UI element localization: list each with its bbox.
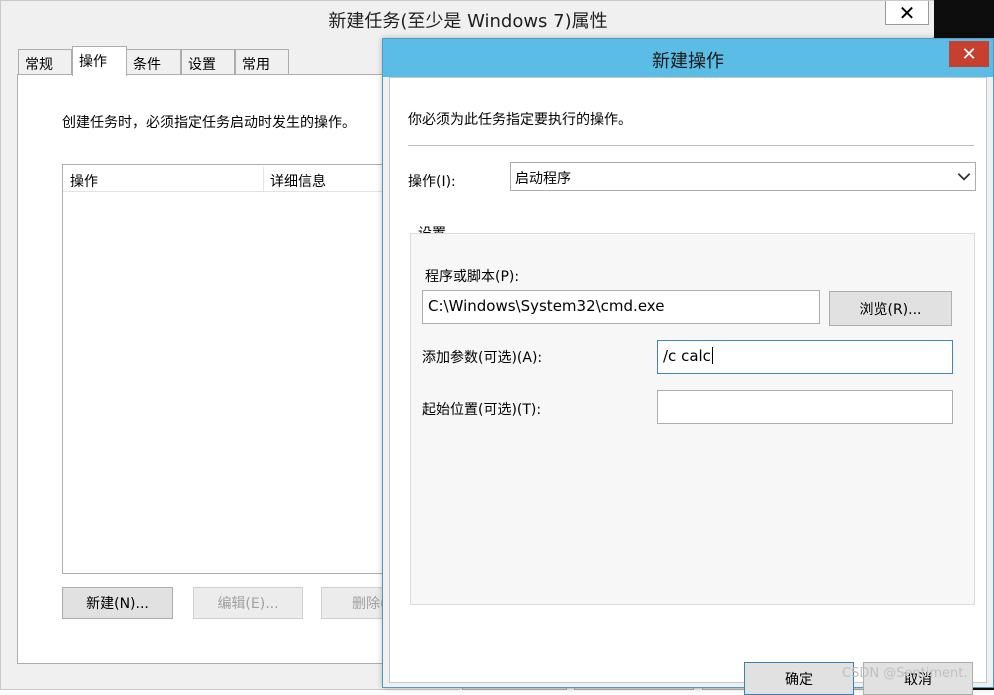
ok-button[interactable]: 确定 [744, 662, 854, 695]
start-in-input[interactable] [657, 390, 953, 424]
tab-label: 常用 [242, 57, 270, 73]
column-divider[interactable] [263, 167, 264, 191]
watermark: CSDN @Sentiment. [842, 666, 968, 681]
arguments-label: 添加参数(可选)(A): [422, 350, 543, 366]
actions-description: 创建任务时，必须指定任务启动时发生的操作。 [62, 115, 356, 131]
tab-label: 操作 [79, 54, 107, 70]
dialog-body: 你必须为此任务指定要执行的操作。 操作(I): 启动程序 设置 程序或脚本(P)… [389, 77, 987, 695]
tab-label: 条件 [133, 57, 161, 73]
tab-settings[interactable]: 设置 [181, 49, 235, 75]
dialog-instruction: 你必须为此任务指定要执行的操作。 [408, 112, 632, 128]
close-icon: ✕ [961, 43, 977, 65]
arguments-input[interactable]: /c calc [657, 340, 953, 374]
chevron-down-icon [957, 173, 971, 181]
column-header-action[interactable]: 操作 [70, 171, 98, 191]
close-button[interactable]: ✕ [885, 1, 929, 25]
close-icon: ✕ [898, 0, 916, 25]
arguments-value: /c calc [663, 347, 711, 365]
new-action-button[interactable]: 新建(N)... [62, 587, 173, 619]
new-action-dialog: 新建操作 ✕ 你必须为此任务指定要执行的操作。 操作(I): 启动程序 设置 程… [382, 38, 994, 695]
edit-action-button[interactable]: 编辑(E)... [193, 587, 303, 619]
program-path-input[interactable]: C:\Windows\System32\cmd.exe [422, 290, 820, 324]
actions-list[interactable]: 操作 详细信息 [62, 164, 403, 574]
list-header: 操作 详细信息 [63, 165, 403, 192]
tab-conditions[interactable]: 条件 [126, 49, 181, 75]
tab-actions[interactable]: 操作 [72, 46, 127, 76]
tab-general[interactable]: 常规 [18, 49, 72, 75]
dialog-title: 新建操作 [652, 51, 724, 72]
settings-group: 程序或脚本(P): C:\Windows\System32\cmd.exe 浏览… [410, 233, 975, 605]
text-caret [711, 347, 713, 364]
action-select-value: 启动程序 [515, 171, 571, 187]
separator [408, 145, 974, 146]
action-label: 操作(I): [408, 174, 456, 190]
tab-label: 常规 [25, 57, 53, 73]
browse-button[interactable]: 浏览(R)... [829, 291, 952, 326]
tab-common[interactable]: 常用 [235, 49, 289, 75]
program-label: 程序或脚本(P): [425, 269, 520, 285]
dialog-close-button[interactable]: ✕ [949, 41, 989, 67]
action-select[interactable]: 启动程序 [510, 162, 976, 191]
window-title: 新建任务(至少是 Windows 7)属性 [328, 11, 608, 32]
start-in-label: 起始位置(可选)(T): [422, 402, 542, 418]
column-header-details[interactable]: 详细信息 [270, 171, 326, 191]
tab-label: 设置 [188, 57, 216, 73]
